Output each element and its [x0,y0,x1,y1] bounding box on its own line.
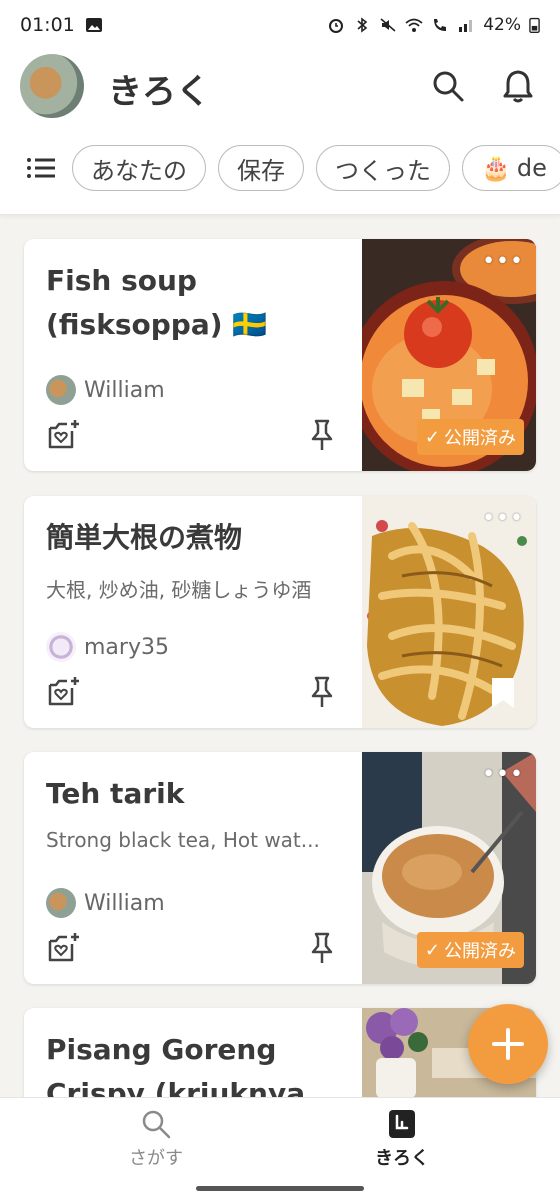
recipe-photo[interactable]: ••• ✓ 公開済み [362,239,536,471]
published-label: 公開済み [444,941,516,962]
user-avatar[interactable] [20,54,84,118]
add-recipe-button[interactable] [468,1004,548,1084]
check-icon: ✓ [424,426,440,448]
author-avatar [46,888,76,918]
more-options-icon[interactable]: ••• [482,506,524,531]
chip-dessert[interactable]: 🎂 de [462,145,560,191]
author-name: mary35 [84,634,169,660]
alarm-icon [329,19,344,33]
recipe-card[interactable]: 簡単大根の煮物 大根, 炒め油, 砂糖しょうゆ酒 mary35 ••• [24,496,536,728]
chip-label: あなたの [91,156,187,185]
recipe-title: 簡単大根の煮物 [46,521,243,554]
published-badge: ✓ 公開済み [416,419,524,455]
pin-icon[interactable] [304,930,340,966]
recipe-author: William [46,375,165,405]
signal-icon [459,20,473,32]
nav-search-label: さがす [129,1148,183,1169]
nav-kiroku-label: きろく [375,1148,429,1169]
chip-label: 保存 [237,156,285,185]
chip-label: de [516,154,547,182]
home-indicator[interactable] [196,1186,364,1191]
recipe-ingredients: 大根, 炒め油, 砂糖しょうゆ酒 [46,578,312,602]
bookmark-icon[interactable] [490,676,516,710]
app-header: きろく あなたの 保存 つくった 🎂 de [0,50,560,215]
recipe-title: Fish soup (fisksoppa) 🇸🇪 [46,264,268,341]
recipe-author: mary35 [46,632,169,662]
chip-label: つくった [335,156,431,185]
chip-yours[interactable]: あなたの [72,145,206,191]
published-badge: ✓ 公開済み [416,932,524,968]
recipe-card[interactable]: Teh tarik Strong black tea, Hot wat... W… [24,752,536,984]
battery-percent: 42% [483,15,521,35]
page-title: きろく [108,72,210,112]
nav-search[interactable]: さがす [96,1108,216,1170]
status-time: 01:01 [20,14,75,36]
recipe-author: William [46,888,165,918]
more-options-icon[interactable]: ••• [482,249,524,274]
author-avatar [46,632,76,662]
author-name: William [84,377,165,403]
bluetooth-icon [357,17,368,33]
status-bar: 01:01 42% [0,0,560,50]
recipe-book-icon [389,1110,415,1138]
search-icon[interactable] [430,68,466,104]
gallery-notification-icon [85,18,102,32]
add-photo-icon[interactable] [46,930,82,966]
filter-chips: あなたの 保存 つくった 🎂 de [0,142,560,194]
recipe-card[interactable]: Fish soup (fisksoppa) 🇸🇪 William ••• ✓ 公… [24,239,536,471]
wifi-icon [405,18,423,32]
author-name: William [84,890,165,916]
recipe-photo[interactable]: ••• [362,496,536,728]
menu-list-icon[interactable] [24,151,58,185]
more-options-icon[interactable]: ••• [482,762,524,787]
recipe-ingredients: Strong black tea, Hot wat... [46,828,320,852]
nav-kiroku[interactable]: きろく [342,1108,462,1170]
check-icon: ✓ [424,939,440,961]
pin-icon[interactable] [304,674,340,710]
recipe-photo[interactable]: ••• ✓ 公開済み [362,752,536,984]
recipe-title: Teh tarik [46,777,185,810]
pin-icon[interactable] [304,417,340,453]
add-photo-icon[interactable] [46,417,82,453]
notification-bell-icon[interactable] [500,68,536,104]
wifi-call-icon [434,19,447,31]
plus-icon [492,1028,524,1060]
cake-icon: 🎂 [481,154,511,182]
add-photo-icon[interactable] [46,674,82,710]
author-avatar [46,375,76,405]
chip-made[interactable]: つくった [316,145,450,191]
bottom-navigation: さがす きろく [0,1097,560,1200]
search-icon [142,1110,171,1139]
published-label: 公開済み [444,428,516,449]
chip-saved[interactable]: 保存 [218,145,304,191]
battery-icon [529,17,540,34]
mute-icon [380,18,396,32]
